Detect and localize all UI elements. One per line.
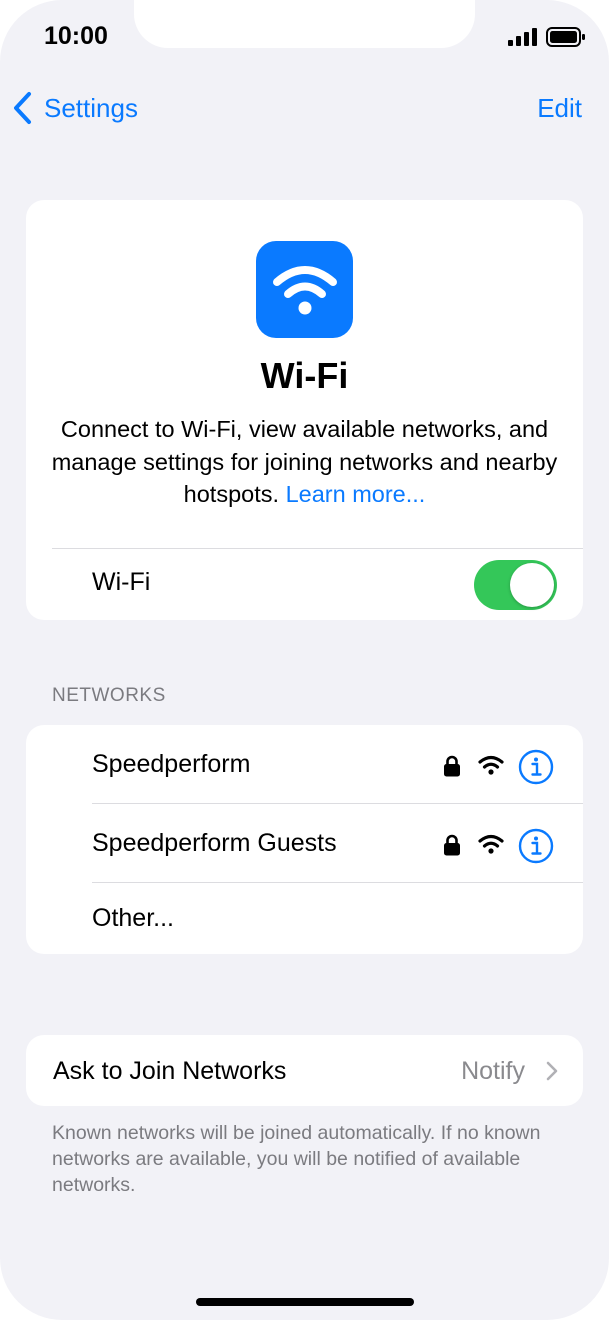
lock-icon [444,834,460,856]
networks-list: Speedperform Speedperform Guests Other..… [26,725,583,954]
network-row-speedperform[interactable]: Speedperform [26,725,583,804]
ask-to-join-row[interactable]: Ask to Join Networks Notify [26,1035,583,1106]
network-row-speedperform-guests[interactable]: Speedperform Guests [26,804,583,883]
back-chevron-icon [14,92,31,124]
status-time: 10:00 [44,22,108,50]
networks-section-header: NETWORKS [52,685,166,706]
signal-icon [508,28,537,46]
ask-to-join-value: Notify [461,1057,525,1085]
wifi-strength-icon [478,755,504,775]
wifi-description: Connect to Wi-Fi, view available network… [46,413,563,511]
network-name: Speedperform [92,750,251,778]
edit-button[interactable]: Edit [537,93,582,124]
wifi-toggle[interactable] [474,560,557,610]
battery-icon [546,27,585,47]
toggle-knob [510,563,554,607]
network-name: Other... [92,904,174,932]
ask-to-join-footer: Known networks will be joined automatica… [52,1122,541,1196]
chevron-right-icon [546,1061,558,1081]
wifi-icon [272,265,337,314]
lock-icon [444,755,460,777]
network-row-other[interactable]: Other... [26,883,583,954]
info-icon[interactable] [518,749,554,785]
wifi-strength-icon [478,834,504,854]
wifi-app-icon [256,241,353,338]
back-button[interactable]: Settings [12,88,138,128]
wifi-hero-card: Wi-Fi Connect to Wi-Fi, view available n… [26,200,583,620]
notch [134,0,475,48]
back-label: Settings [44,92,138,123]
network-name: Speedperform Guests [92,829,337,857]
home-indicator[interactable] [196,1298,414,1306]
ask-to-join-label: Ask to Join Networks [53,1057,287,1085]
learn-more-link[interactable]: Learn more... [286,481,426,507]
phone-screen: 10:00 Settings Edit Wi-Fi Connect to Wi-… [0,0,609,1320]
page-title: Wi-Fi [260,355,349,396]
divider [52,548,583,549]
info-icon[interactable] [518,828,554,864]
wifi-toggle-label: Wi-Fi [92,568,151,596]
